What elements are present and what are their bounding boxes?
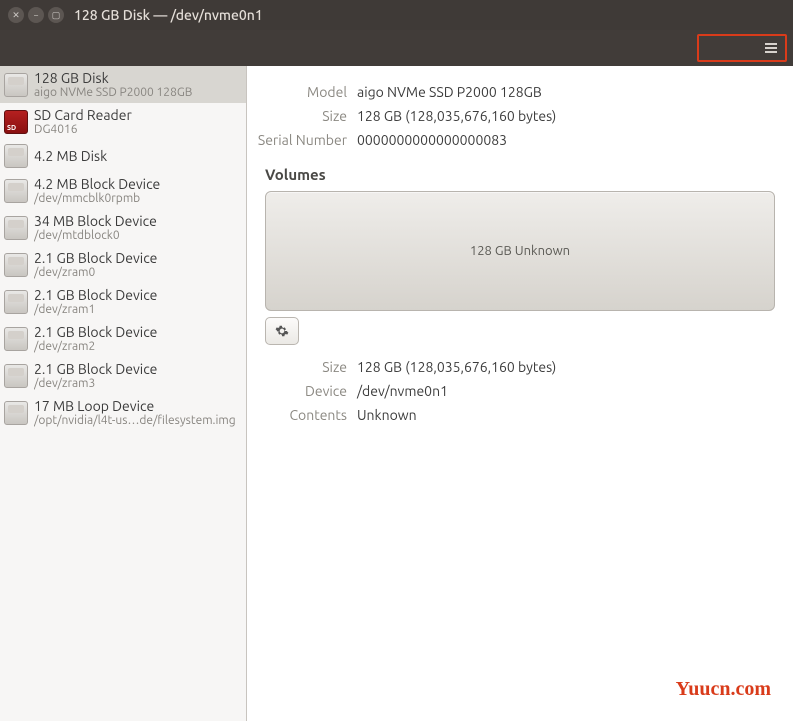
window-controls: ✕ − ▢ bbox=[8, 7, 64, 23]
vol-size-row: Size 128 GB (128,035,676,160 bytes) bbox=[247, 355, 775, 379]
device-item[interactable]: 17 MB Loop Device/opt/nvidia/l4t-us…de/f… bbox=[0, 394, 246, 431]
size-value: 128 GB (128,035,676,160 bytes) bbox=[357, 108, 556, 124]
device-texts: 2.1 GB Block Device/dev/zram2 bbox=[34, 324, 157, 353]
device-texts: 2.1 GB Block Device/dev/zram0 bbox=[34, 250, 157, 279]
device-sub: /dev/zram1 bbox=[34, 303, 157, 316]
device-name: 2.1 GB Block Device bbox=[34, 324, 157, 340]
size-row: Size 128 GB (128,035,676,160 bytes) bbox=[247, 104, 775, 128]
main-panel: Model aigo NVMe SSD P2000 128GB Size 128… bbox=[247, 66, 793, 721]
model-value: aigo NVMe SSD P2000 128GB bbox=[357, 84, 542, 100]
disk-icon bbox=[4, 179, 28, 203]
volume-options-button[interactable] bbox=[265, 317, 299, 345]
device-texts: 128 GB Diskaigo NVMe SSD P2000 128GB bbox=[34, 70, 192, 99]
device-sub: /dev/mmcblk0rpmb bbox=[34, 192, 160, 205]
model-row: Model aigo NVMe SSD P2000 128GB bbox=[247, 80, 775, 104]
size-label: Size bbox=[247, 108, 347, 124]
disk-icon bbox=[4, 290, 28, 314]
vol-device-row: Device /dev/nvme0n1 bbox=[247, 379, 775, 403]
gear-icon bbox=[275, 324, 289, 338]
device-name: 34 MB Block Device bbox=[34, 213, 157, 229]
vol-device-value: /dev/nvme0n1 bbox=[357, 383, 448, 399]
device-sub: /dev/zram3 bbox=[34, 377, 157, 390]
serial-value: 0000000000000000083 bbox=[357, 132, 507, 148]
menu-highlight bbox=[697, 34, 787, 62]
disk-icon bbox=[4, 73, 28, 97]
device-name: 2.1 GB Block Device bbox=[34, 250, 157, 266]
device-sub: /dev/zram0 bbox=[34, 266, 157, 279]
device-item[interactable]: 2.1 GB Block Device/dev/zram1 bbox=[0, 283, 246, 320]
watermark: Yuucn.com bbox=[676, 678, 771, 701]
device-name: 128 GB Disk bbox=[34, 70, 192, 86]
device-sub: /opt/nvidia/l4t-us…de/filesystem.img bbox=[34, 414, 236, 427]
volume-controls bbox=[265, 317, 775, 345]
device-texts: 17 MB Loop Device/opt/nvidia/l4t-us…de/f… bbox=[34, 398, 236, 427]
device-sidebar: 128 GB Diskaigo NVMe SSD P2000 128GB SD C… bbox=[0, 66, 247, 721]
vol-contents-label: Contents bbox=[247, 407, 347, 423]
disk-icon bbox=[4, 327, 28, 351]
sd-card-icon bbox=[4, 110, 28, 134]
device-name: 4.2 MB Block Device bbox=[34, 176, 160, 192]
content-area: 128 GB Diskaigo NVMe SSD P2000 128GBSD C… bbox=[0, 66, 793, 721]
close-icon[interactable]: ✕ bbox=[8, 7, 24, 23]
volumes-header: Volumes bbox=[265, 166, 775, 183]
device-item[interactable]: 34 MB Block Device/dev/mtdblock0 bbox=[0, 209, 246, 246]
device-sub: /dev/mtdblock0 bbox=[34, 229, 157, 242]
device-name: 17 MB Loop Device bbox=[34, 398, 236, 414]
device-item[interactable]: 2.1 GB Block Device/dev/zram0 bbox=[0, 246, 246, 283]
window-title: 128 GB Disk — /dev/nvme0n1 bbox=[74, 7, 263, 23]
volume-partition[interactable]: 128 GB Unknown bbox=[265, 191, 775, 311]
device-item[interactable]: 128 GB Diskaigo NVMe SSD P2000 128GB bbox=[0, 66, 246, 103]
device-item[interactable]: 2.1 GB Block Device/dev/zram2 bbox=[0, 320, 246, 357]
device-name: 2.1 GB Block Device bbox=[34, 287, 157, 303]
device-name: SD Card Reader bbox=[34, 107, 132, 123]
vol-size-value: 128 GB (128,035,676,160 bytes) bbox=[357, 359, 556, 375]
device-texts: 2.1 GB Block Device/dev/zram1 bbox=[34, 287, 157, 316]
serial-label: Serial Number bbox=[247, 132, 347, 148]
disk-icon bbox=[4, 144, 28, 168]
toolbar bbox=[0, 30, 793, 66]
device-sub: DG4016 bbox=[34, 123, 132, 136]
device-item[interactable]: 4.2 MB Block Device/dev/mmcblk0rpmb bbox=[0, 172, 246, 209]
vol-contents-value: Unknown bbox=[357, 407, 417, 423]
device-item[interactable]: 2.1 GB Block Device/dev/zram3 bbox=[0, 357, 246, 394]
device-texts: 2.1 GB Block Device/dev/zram3 bbox=[34, 361, 157, 390]
titlebar: ✕ − ▢ 128 GB Disk — /dev/nvme0n1 bbox=[0, 0, 793, 30]
device-sub: /dev/zram2 bbox=[34, 340, 157, 353]
hamburger-menu-icon[interactable] bbox=[765, 43, 777, 53]
vol-contents-row: Contents Unknown bbox=[247, 403, 775, 427]
disk-icon bbox=[4, 364, 28, 388]
serial-row: Serial Number 0000000000000000083 bbox=[247, 128, 775, 152]
minimize-icon[interactable]: − bbox=[28, 7, 44, 23]
disk-icon bbox=[4, 253, 28, 277]
device-texts: 4.2 MB Disk bbox=[34, 148, 107, 164]
device-texts: 4.2 MB Block Device/dev/mmcblk0rpmb bbox=[34, 176, 160, 205]
device-texts: 34 MB Block Device/dev/mtdblock0 bbox=[34, 213, 157, 242]
device-name: 4.2 MB Disk bbox=[34, 148, 107, 164]
disk-icon bbox=[4, 401, 28, 425]
device-texts: SD Card ReaderDG4016 bbox=[34, 107, 132, 136]
disk-icon bbox=[4, 216, 28, 240]
device-name: 2.1 GB Block Device bbox=[34, 361, 157, 377]
device-item[interactable]: 4.2 MB Disk bbox=[0, 140, 246, 172]
device-item[interactable]: SD Card ReaderDG4016 bbox=[0, 103, 246, 140]
maximize-icon[interactable]: ▢ bbox=[48, 7, 64, 23]
volume-partition-label: 128 GB Unknown bbox=[470, 244, 570, 258]
vol-device-label: Device bbox=[247, 383, 347, 399]
model-label: Model bbox=[247, 84, 347, 100]
vol-size-label: Size bbox=[247, 359, 347, 375]
device-sub: aigo NVMe SSD P2000 128GB bbox=[34, 86, 192, 99]
